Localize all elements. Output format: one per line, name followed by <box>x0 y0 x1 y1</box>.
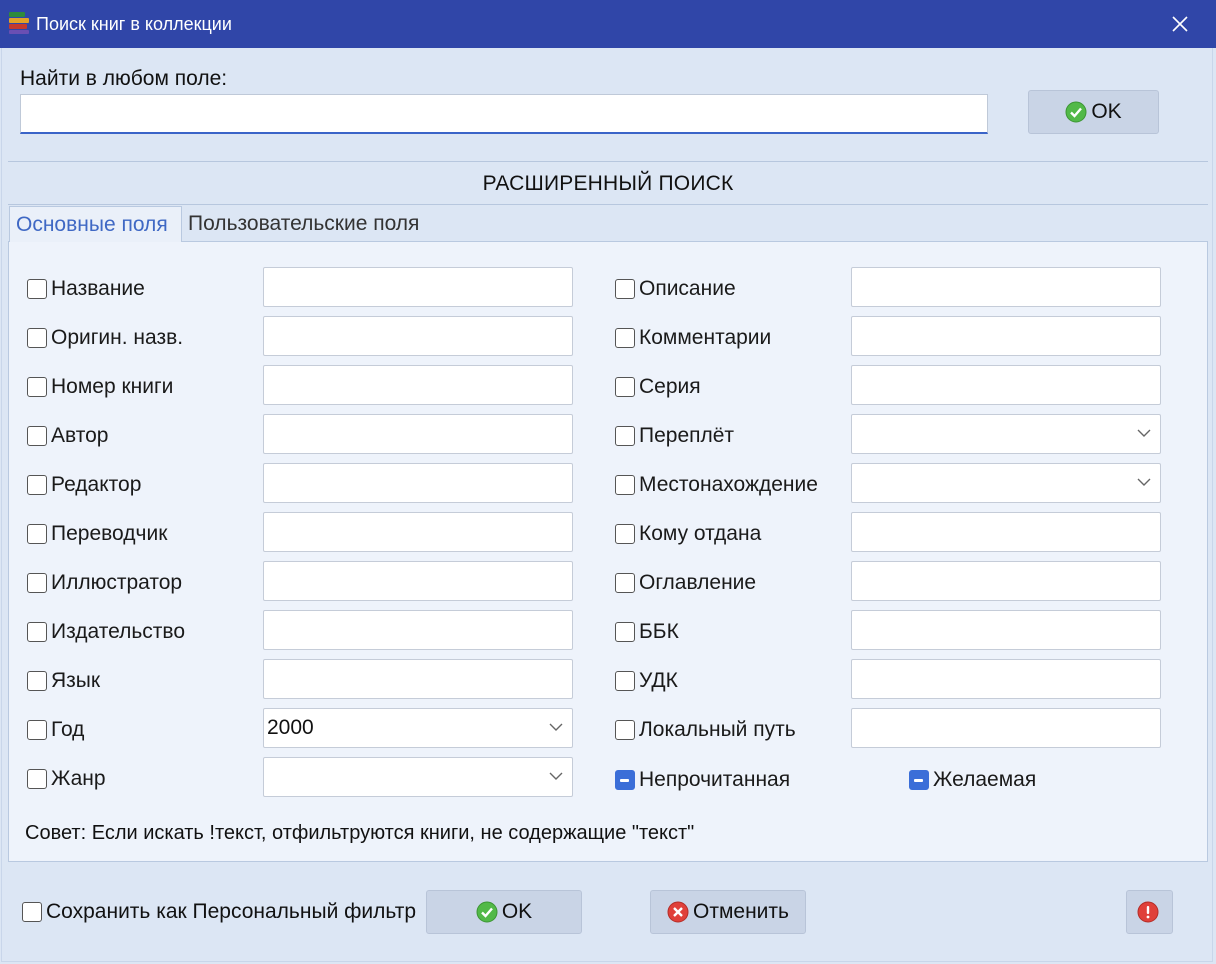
left-field-4-checkbox[interactable] <box>27 475 47 495</box>
wishlist-label: Желаемая <box>933 768 1037 791</box>
app-books-icon <box>9 12 29 34</box>
right-field-9-input[interactable] <box>851 708 1161 748</box>
right-field-2-input[interactable] <box>851 365 1161 405</box>
left-field-3-label: Автор <box>51 424 109 447</box>
quick-search-ok-label: OK <box>1091 100 1122 123</box>
right-field-4-select[interactable] <box>851 463 1161 503</box>
check-icon <box>476 901 498 923</box>
left-field-0-checkbox[interactable] <box>27 279 47 299</box>
left-field-9-select[interactable]: 2000 <box>263 708 573 748</box>
right-field-1-checkbox[interactable] <box>615 328 635 348</box>
unread-label: Непрочитанная <box>639 768 791 791</box>
advanced-search-title: РАСШИРЕННЫЙ ПОИСК <box>482 172 734 195</box>
right-field-0-checkbox[interactable] <box>615 279 635 299</box>
right-field-5-input[interactable] <box>851 512 1161 552</box>
right-field-6-checkbox[interactable] <box>615 573 635 593</box>
left-field-4-input[interactable] <box>263 463 573 503</box>
left-field-0-input[interactable] <box>263 267 573 307</box>
left-field-1-label: Оригин. назв. <box>51 326 184 349</box>
right-field-6-label: Оглавление <box>639 571 757 594</box>
chevron-down-icon <box>1137 429 1151 437</box>
separator-bottom <box>8 204 1208 205</box>
right-field-1-input[interactable] <box>851 316 1161 356</box>
right-field-7-input[interactable] <box>851 610 1161 650</box>
save-filter-checkbox[interactable] <box>22 902 42 922</box>
left-field-5-label: Переводчик <box>51 522 168 545</box>
right-field-2-label: Серия <box>639 375 701 398</box>
left-field-10-checkbox[interactable] <box>27 769 47 789</box>
left-field-9-label: Год <box>51 718 85 741</box>
left-field-6-checkbox[interactable] <box>27 573 47 593</box>
alert-button[interactable] <box>1126 890 1173 934</box>
left-field-8-checkbox[interactable] <box>27 671 47 691</box>
right-field-8-input[interactable] <box>851 659 1161 699</box>
right-field-3-checkbox[interactable] <box>615 426 635 446</box>
ok-button[interactable]: OK <box>426 890 582 934</box>
right-field-9-checkbox[interactable] <box>615 720 635 740</box>
right-field-0-label: Описание <box>639 277 736 300</box>
quick-search-input[interactable] <box>20 94 988 134</box>
left-field-1-checkbox[interactable] <box>27 328 47 348</box>
right-field-2-checkbox[interactable] <box>615 377 635 397</box>
chevron-down-icon <box>549 723 563 731</box>
wishlist-checkbox[interactable] <box>909 770 929 790</box>
left-field-10-label: Жанр <box>51 767 106 790</box>
title-bar: Поиск книг в коллекции <box>0 0 1216 48</box>
right-field-3-label: Переплёт <box>639 424 735 447</box>
left-field-1-input[interactable] <box>263 316 573 356</box>
left-field-10-select[interactable] <box>263 757 573 797</box>
left-field-3-checkbox[interactable] <box>27 426 47 446</box>
chevron-down-icon <box>1137 478 1151 486</box>
alert-icon <box>1137 901 1158 923</box>
left-field-5-checkbox[interactable] <box>27 524 47 544</box>
left-field-2-label: Номер книги <box>51 375 174 398</box>
ok-label: OK <box>501 900 533 923</box>
search-tip: Совет: Если искать !текст, отфильтруются… <box>25 822 695 844</box>
right-field-3-select[interactable] <box>851 414 1161 454</box>
quick-search-ok-button[interactable]: OK <box>1028 90 1159 134</box>
separator-top <box>8 161 1208 162</box>
right-field-6-input[interactable] <box>851 561 1161 601</box>
right-field-5-checkbox[interactable] <box>615 524 635 544</box>
right-field-7-checkbox[interactable] <box>615 622 635 642</box>
right-field-7-label: ББК <box>639 620 679 643</box>
cancel-icon <box>667 901 689 923</box>
right-field-4-label: Местонахождение <box>639 473 818 496</box>
right-field-0-input[interactable] <box>851 267 1161 307</box>
left-field-8-label: Язык <box>51 669 101 692</box>
save-filter-label: Сохранить как Персональный фильтр <box>46 900 416 923</box>
cancel-label: Отменить <box>693 900 789 923</box>
window-title: Поиск книг в коллекции <box>36 14 232 34</box>
right-field-1-label: Комментарии <box>639 326 772 349</box>
left-field-2-checkbox[interactable] <box>27 377 47 397</box>
left-field-8-input[interactable] <box>263 659 573 699</box>
left-field-6-label: Иллюстратор <box>51 571 183 594</box>
left-field-7-checkbox[interactable] <box>27 622 47 642</box>
chevron-down-icon <box>549 772 563 780</box>
right-field-8-label: УДК <box>639 669 678 692</box>
left-field-0-label: Название <box>51 277 145 300</box>
left-field-6-input[interactable] <box>263 561 573 601</box>
tab-basic-fields[interactable]: Основные поля <box>9 206 182 242</box>
left-field-3-input[interactable] <box>263 414 573 454</box>
left-field-2-input[interactable] <box>263 365 573 405</box>
left-field-7-label: Издательство <box>51 620 186 643</box>
close-button[interactable] <box>1160 6 1200 42</box>
left-field-4-label: Редактор <box>51 473 142 496</box>
right-field-5-label: Кому отдана <box>639 522 762 545</box>
close-icon <box>1172 16 1188 32</box>
left-field-9-checkbox[interactable] <box>27 720 47 740</box>
right-field-9-label: Локальный путь <box>639 718 796 741</box>
right-field-8-checkbox[interactable] <box>615 671 635 691</box>
check-icon <box>1065 101 1087 123</box>
left-field-9-value: 2000 <box>267 716 314 739</box>
unread-checkbox[interactable] <box>615 770 635 790</box>
right-field-4-checkbox[interactable] <box>615 475 635 495</box>
quick-search-label: Найти в любом поле: <box>20 67 228 90</box>
tab-custom-fields[interactable]: Пользовательские поля <box>184 206 444 242</box>
cancel-button[interactable]: Отменить <box>650 890 806 934</box>
left-field-5-input[interactable] <box>263 512 573 552</box>
left-field-7-input[interactable] <box>263 610 573 650</box>
